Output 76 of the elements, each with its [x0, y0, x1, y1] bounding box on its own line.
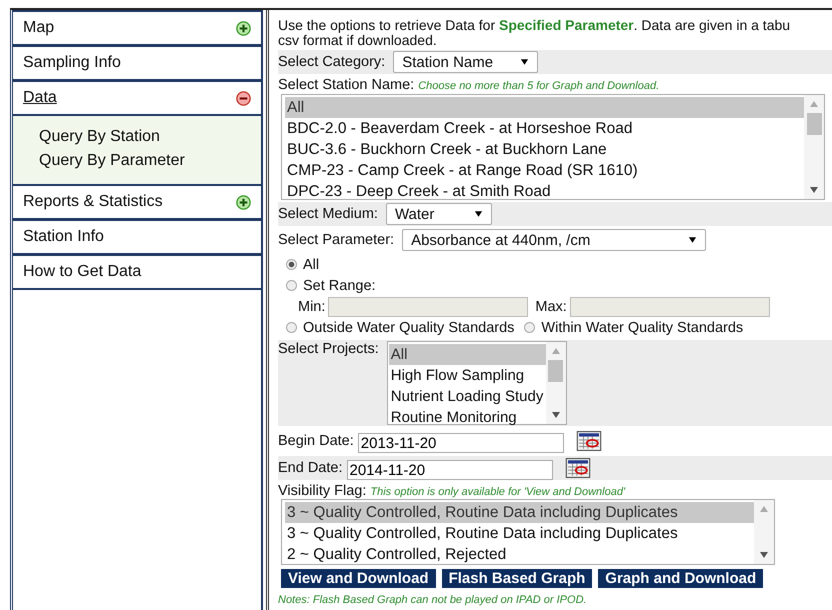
station-listbox[interactable]: All BDC-2.0 - Beaverdam Creek - at Horseshoe Road BUC-3.6 - Buckhorn Creek - at Buckhorn Lane CMP-23 - Camp Creek - at Range Road (SR 1610) DPC-23 - Deep Creek - at Smith Road: [281, 94, 825, 200]
scroll-up-icon[interactable]: [760, 506, 768, 512]
expand-icon[interactable]: [236, 194, 251, 210]
field-label: Select Projects:: [278, 341, 379, 357]
field-label: Begin Date:: [278, 433, 354, 449]
list-option[interactable]: Routine Monitoring: [388, 407, 546, 428]
begin-date-field[interactable]: 2013-11-20: [358, 433, 564, 453]
radio-option[interactable]: Outside Water Quality Standards: [286, 317, 514, 338]
submenu-link[interactable]: Query By Station: [39, 128, 160, 146]
note-text: Notes: Flash Based Graph can not be played on IPAD or IPOD.: [278, 594, 588, 606]
submenu-link[interactable]: Query By Parameter: [39, 152, 185, 170]
list-option[interactable]: BUC-3.6 - Buckhorn Creek - at Buckhorn Lane: [285, 139, 804, 160]
field-label: End Date:: [278, 460, 342, 476]
sidebar-item-label: Station Info: [23, 228, 104, 246]
field-label: Select Category:: [278, 54, 386, 70]
medium-dropdown[interactable]: Water: [386, 203, 492, 225]
max-field[interactable]: [570, 296, 770, 316]
sidebar-item-label: Data: [23, 89, 57, 107]
caret-icon: [688, 236, 698, 244]
field-label: Min:: [298, 298, 326, 314]
scrollbar[interactable]: [754, 500, 774, 564]
sidebar-item[interactable]: Sampling Info: [13, 46, 261, 81]
action-button[interactable]: Flash Based Graph: [442, 569, 592, 588]
calendar-icon[interactable]: [564, 458, 590, 478]
projects-listbox[interactable]: All High Flow Sampling Nutrient Loading Study Routine Monitoring: [386, 341, 567, 425]
scroll-down-icon[interactable]: [552, 412, 560, 418]
list-option[interactable]: 3 ~ Quality Controlled, Routine Data including Duplicates: [285, 523, 754, 544]
field-label: Visibility Flag:: [278, 483, 366, 499]
scroll-down-icon[interactable]: [810, 187, 818, 193]
calendar-icon[interactable]: [576, 431, 602, 451]
action-button[interactable]: Graph and Download: [598, 569, 764, 588]
scroll-up-icon[interactable]: [810, 101, 818, 107]
expand-icon[interactable]: [236, 20, 251, 36]
list-option[interactable]: BDC-2.0 - Beaverdam Creek - at Horseshoe Road: [285, 118, 804, 139]
collapse-icon[interactable]: [236, 90, 251, 106]
sidebar-item-label: Reports & Statistics: [23, 193, 163, 211]
end-date-field[interactable]: 2014-11-20: [346, 460, 552, 480]
category-dropdown[interactable]: Station Name: [393, 51, 538, 73]
action-button[interactable]: View and Download: [281, 569, 436, 588]
sidebar-item[interactable]: Reports & Statistics: [13, 184, 261, 220]
list-option[interactable]: All: [388, 344, 546, 365]
scroll-thumb[interactable]: [806, 113, 822, 135]
list-option[interactable]: 2 ~ Quality Controlled, Rejected: [285, 544, 754, 565]
list-option[interactable]: All: [285, 97, 804, 118]
sidebar-item[interactable]: Map: [13, 10, 261, 46]
hint-text: This option is only available for 'View and Download': [370, 486, 626, 498]
radio-option[interactable]: All: [286, 254, 832, 275]
sidebar-item-label: Sampling Info: [23, 54, 121, 72]
min-field[interactable]: [328, 296, 528, 316]
radio-option[interactable]: Set Range:: [286, 275, 832, 296]
scrollbar[interactable]: [804, 95, 824, 199]
field-label: Max:: [535, 298, 567, 314]
radio-option[interactable]: Within Water Quality Standards: [524, 317, 744, 338]
list-option[interactable]: High Flow Sampling: [388, 365, 546, 386]
field-label: Select Station Name:: [278, 77, 414, 93]
sidebar-item[interactable]: Data: [13, 81, 261, 116]
intro-text: Use the options to retrieve Data for Specified Parameter. Data are given in a tabu csv format if downloaded.: [278, 18, 792, 48]
list-option[interactable]: Nutrient Loading Study: [388, 386, 546, 407]
hint-text: Choose no more than 5 for Graph and Download.: [418, 80, 660, 92]
scroll-up-icon[interactable]: [552, 348, 560, 354]
caret-icon: [474, 210, 483, 218]
list-option[interactable]: 3 ~ Quality Controlled, Routine Data including Duplicates: [285, 502, 754, 523]
sidebar-item-label: How to Get Data: [23, 263, 142, 281]
list-option[interactable]: DPC-23 - Deep Creek - at Smith Road: [285, 181, 804, 202]
scroll-thumb[interactable]: [548, 360, 564, 382]
list-option[interactable]: CMP-23 - Camp Creek - at Range Road (SR 1610): [285, 160, 804, 181]
parameter-dropdown[interactable]: Absorbance at 440nm, /cm: [402, 229, 706, 251]
field-label: Select Parameter:: [278, 232, 394, 248]
scroll-down-icon[interactable]: [760, 552, 768, 558]
field-label: Select Medium:: [278, 206, 378, 222]
sidebar-item-label: Map: [23, 19, 54, 37]
scrollbar[interactable]: [546, 342, 566, 424]
visibility-listbox[interactable]: 3 ~ Quality Controlled, Routine Data including Duplicates 3 ~ Quality Controlled, Routine Data including Duplicates 2 ~ Quality Controlled, Rejected: [281, 499, 775, 565]
sidebar-item[interactable]: How to Get Data: [13, 255, 261, 290]
sidebar-item[interactable]: Station Info: [13, 220, 261, 255]
caret-icon: [520, 58, 530, 66]
